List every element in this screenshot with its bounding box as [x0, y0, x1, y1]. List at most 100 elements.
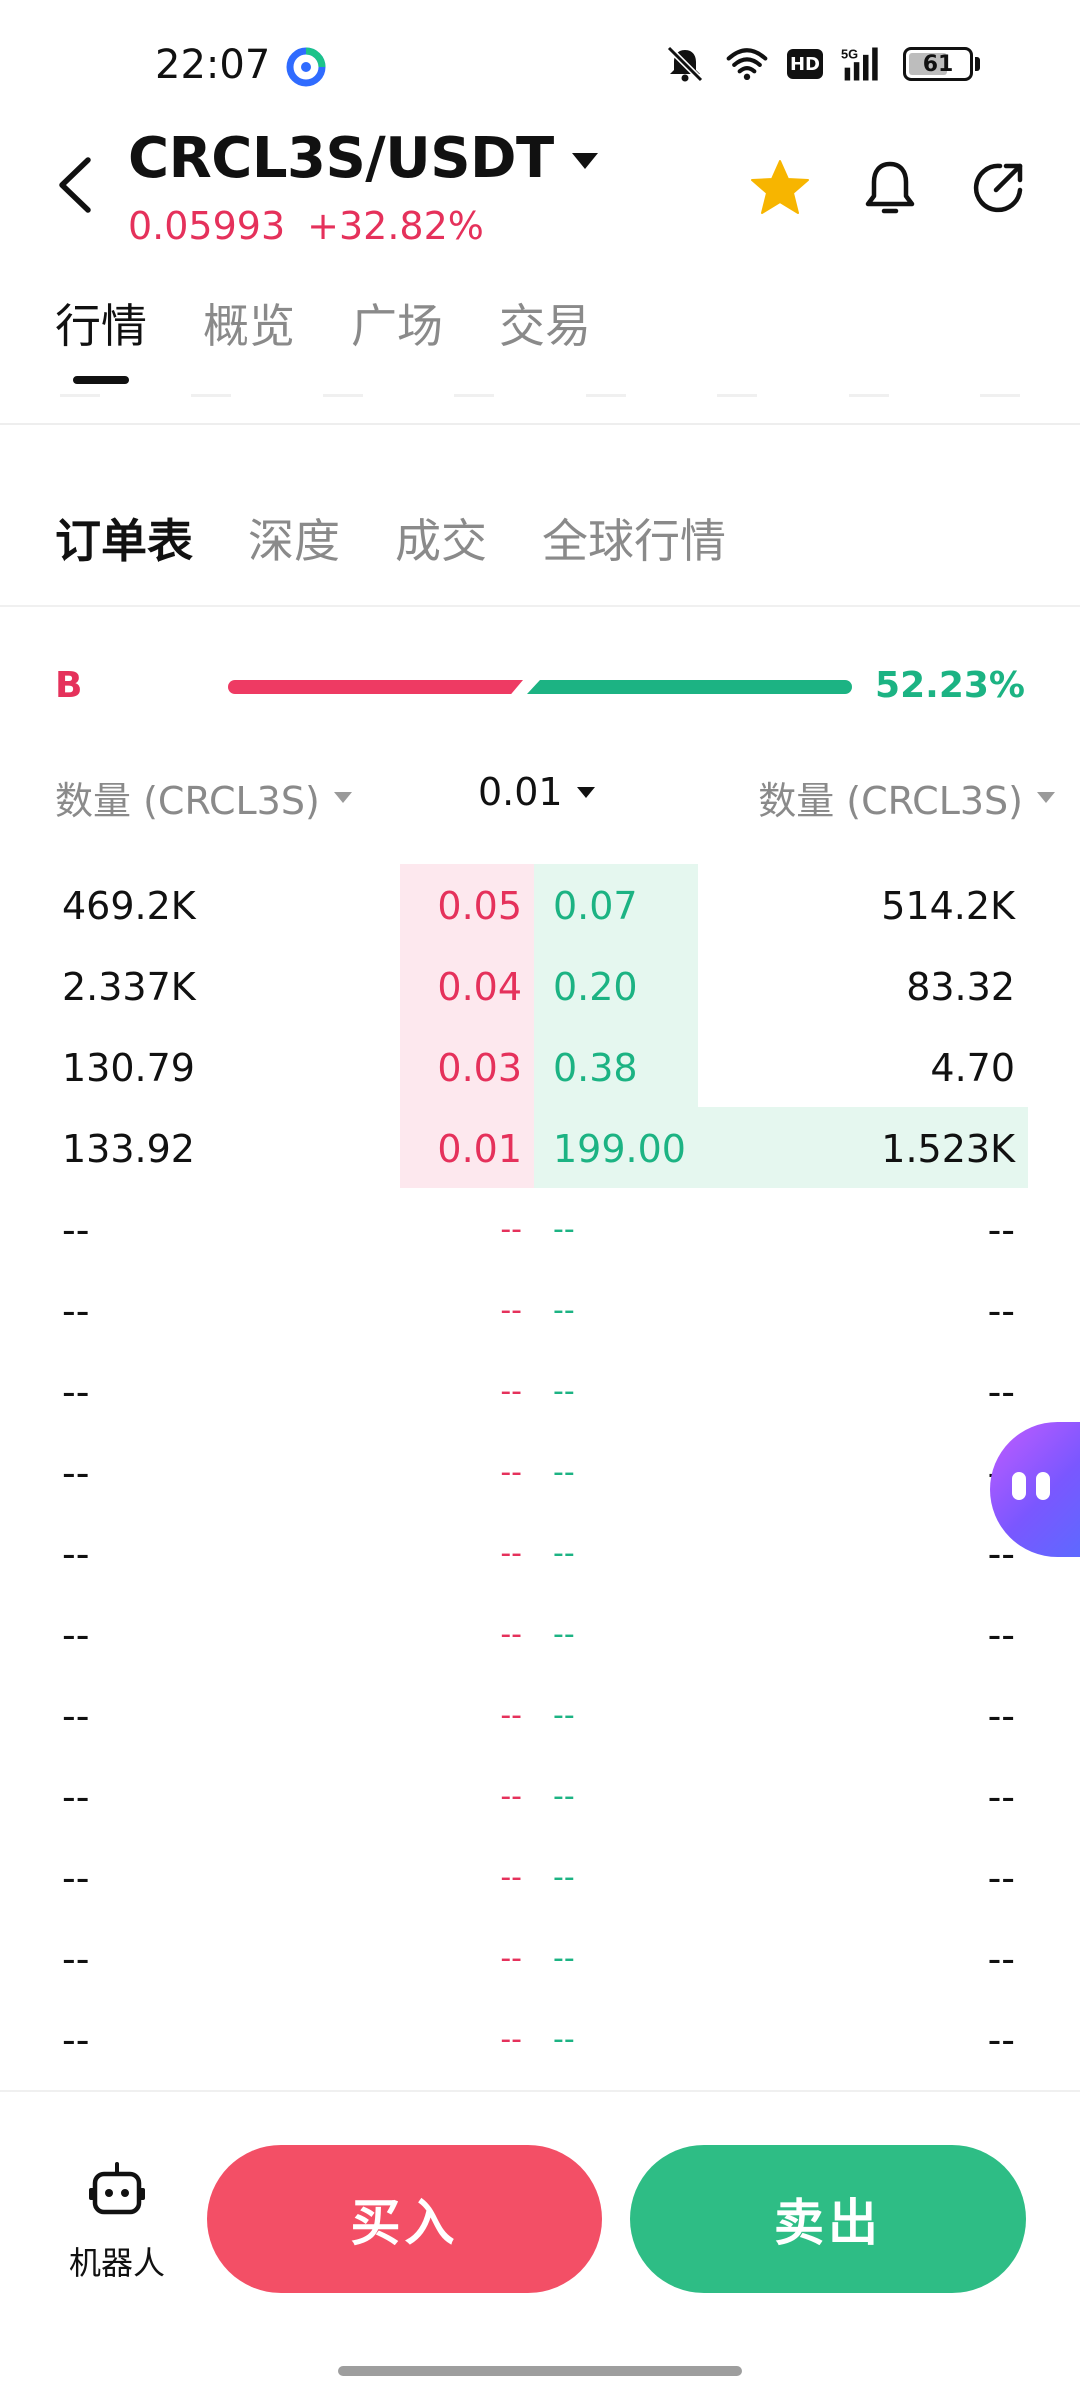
hd-icon: HD [787, 49, 823, 79]
divider [0, 605, 1080, 607]
main-tabs: 行情 概览 广场 交易 [55, 290, 591, 384]
ask-qty: 514.2K [881, 884, 1015, 928]
bid-qty: 133.92 [62, 1127, 195, 1171]
star-icon[interactable] [748, 156, 812, 220]
price-line: 0.05993 +32.82% [128, 204, 484, 248]
order-book: 469.2K 0.05 0.07 514.2K 2.337K 0.04 0.20… [0, 864, 1080, 2079]
bid-qty: -- [62, 2018, 90, 2062]
tab-square[interactable]: 广场 [351, 290, 443, 356]
order-book-row: -- -- -- -- [0, 1269, 1080, 1350]
bid-qty: -- [62, 1937, 90, 1981]
status-bar: 22:07 HD 5G 61 [0, 0, 1080, 130]
robot-button[interactable]: 机器人 [62, 2160, 172, 2284]
bid-qty: 2.337K [62, 965, 196, 1009]
divider [0, 2090, 1080, 2092]
order-book-row: -- -- -- -- [0, 1674, 1080, 1755]
bid-qty: -- [62, 1289, 90, 1333]
sell-button[interactable]: 卖出 [630, 2145, 1026, 2293]
caret-down-icon [576, 786, 595, 798]
order-book-row[interactable]: 469.2K 0.05 0.07 514.2K [0, 864, 1080, 945]
bid-price: -- [500, 1536, 522, 1571]
bid-qty: -- [62, 1208, 90, 1252]
order-book-row[interactable]: 130.79 0.03 0.38 4.70 [0, 1026, 1080, 1107]
pair-selector[interactable]: CRCL3S/USDT [128, 126, 598, 191]
tab-trade[interactable]: 交易 [499, 290, 591, 356]
assistant-eye-icon [1036, 1472, 1050, 1500]
bid-price: -- [500, 1941, 522, 1976]
order-book-row: -- -- -- -- [0, 1593, 1080, 1674]
bid-price: -- [500, 1455, 522, 1490]
ask-price: -- [553, 1536, 575, 1571]
mute-icon [666, 45, 704, 83]
bid-price: -- [500, 1212, 522, 1247]
caret-down-icon [1037, 792, 1055, 803]
order-book-row: -- -- -- -- [0, 1998, 1080, 2079]
buy-button[interactable]: 买入 [207, 2145, 602, 2293]
sell-ratio-bar [527, 680, 852, 694]
order-book-row[interactable]: 2.337K 0.04 0.20 83.32 [0, 945, 1080, 1026]
order-book-row[interactable]: 133.92 0.01 199.00 1.523K [0, 1107, 1080, 1188]
ask-price: -- [553, 1293, 575, 1328]
bid-price: 0.05 [437, 884, 522, 928]
precision-value: 0.01 [478, 770, 563, 814]
ask-qty: -- [987, 1208, 1015, 1252]
ask-price: -- [553, 1212, 575, 1247]
ask-qty: -- [987, 1289, 1015, 1333]
ask-qty: -- [987, 1370, 1015, 1414]
order-book-row: -- -- -- -- [0, 1512, 1080, 1593]
tab-global-market[interactable]: 全球行情 [542, 505, 726, 571]
robot-icon [89, 2162, 145, 2215]
order-book-row: -- -- -- -- [0, 1188, 1080, 1269]
ask-qty-unit-selector[interactable]: 数量 (CRCL3S) [758, 770, 1055, 825]
bid-price: -- [500, 1617, 522, 1652]
bell-icon[interactable] [858, 156, 922, 220]
bid-qty: -- [62, 1370, 90, 1414]
buy-ratio-bar [228, 680, 523, 694]
bid-qty-unit-selector[interactable]: 数量 (CRCL3S) [55, 770, 352, 825]
home-indicator[interactable] [338, 2366, 742, 2376]
back-icon[interactable] [50, 150, 100, 220]
status-time: 22:07 [155, 42, 271, 88]
ask-qty: -- [987, 1856, 1015, 1900]
bid-price: -- [500, 1860, 522, 1895]
sell-ratio-percent: 52.23% [875, 665, 1025, 706]
bid-price: -- [500, 1698, 522, 1733]
ask-price: -- [553, 1941, 575, 1976]
tab-label: 概览 [203, 299, 295, 353]
caret-down-icon [333, 792, 352, 803]
active-tab-indicator [73, 376, 129, 384]
pair-header: CRCL3S/USDT 0.05993 +32.82% [0, 120, 1080, 270]
divider [0, 395, 1080, 425]
ask-qty: -- [987, 2018, 1015, 2062]
ask-qty: -- [987, 1775, 1015, 1819]
tab-order-book[interactable]: 订单表 [55, 505, 193, 571]
ask-price: -- [553, 1617, 575, 1652]
tab-label: 交易 [499, 299, 591, 353]
battery-level: 61 [922, 51, 954, 77]
tab-trades[interactable]: 成交 [395, 505, 487, 571]
battery-icon: 61 [903, 47, 980, 81]
app-logo-icon [286, 47, 326, 87]
bid-price: -- [500, 1293, 522, 1328]
ask-qty: -- [987, 1937, 1015, 1981]
bid-price: 0.01 [437, 1127, 522, 1171]
svg-text:5G: 5G [841, 47, 858, 62]
bid-qty: -- [62, 1613, 90, 1657]
ask-qty: 83.32 [906, 965, 1015, 1009]
tab-depth[interactable]: 深度 [248, 505, 340, 571]
bid-qty: -- [62, 1775, 90, 1819]
ask-price: -- [553, 2022, 575, 2057]
ask-price: -- [553, 1455, 575, 1490]
tab-label: 广场 [351, 299, 443, 353]
bid-price: 0.03 [437, 1046, 522, 1090]
ask-qty: -- [987, 1694, 1015, 1738]
tab-overview[interactable]: 概览 [203, 290, 295, 356]
precision-selector[interactable]: 0.01 [478, 770, 595, 814]
bid-qty: -- [62, 1694, 90, 1738]
bid-qty: -- [62, 1451, 90, 1495]
bid-price: 0.04 [437, 965, 522, 1009]
share-icon[interactable] [966, 156, 1030, 220]
bid-price: -- [500, 1374, 522, 1409]
order-book-row: -- -- -- -- [0, 1836, 1080, 1917]
tab-market[interactable]: 行情 [55, 290, 147, 384]
